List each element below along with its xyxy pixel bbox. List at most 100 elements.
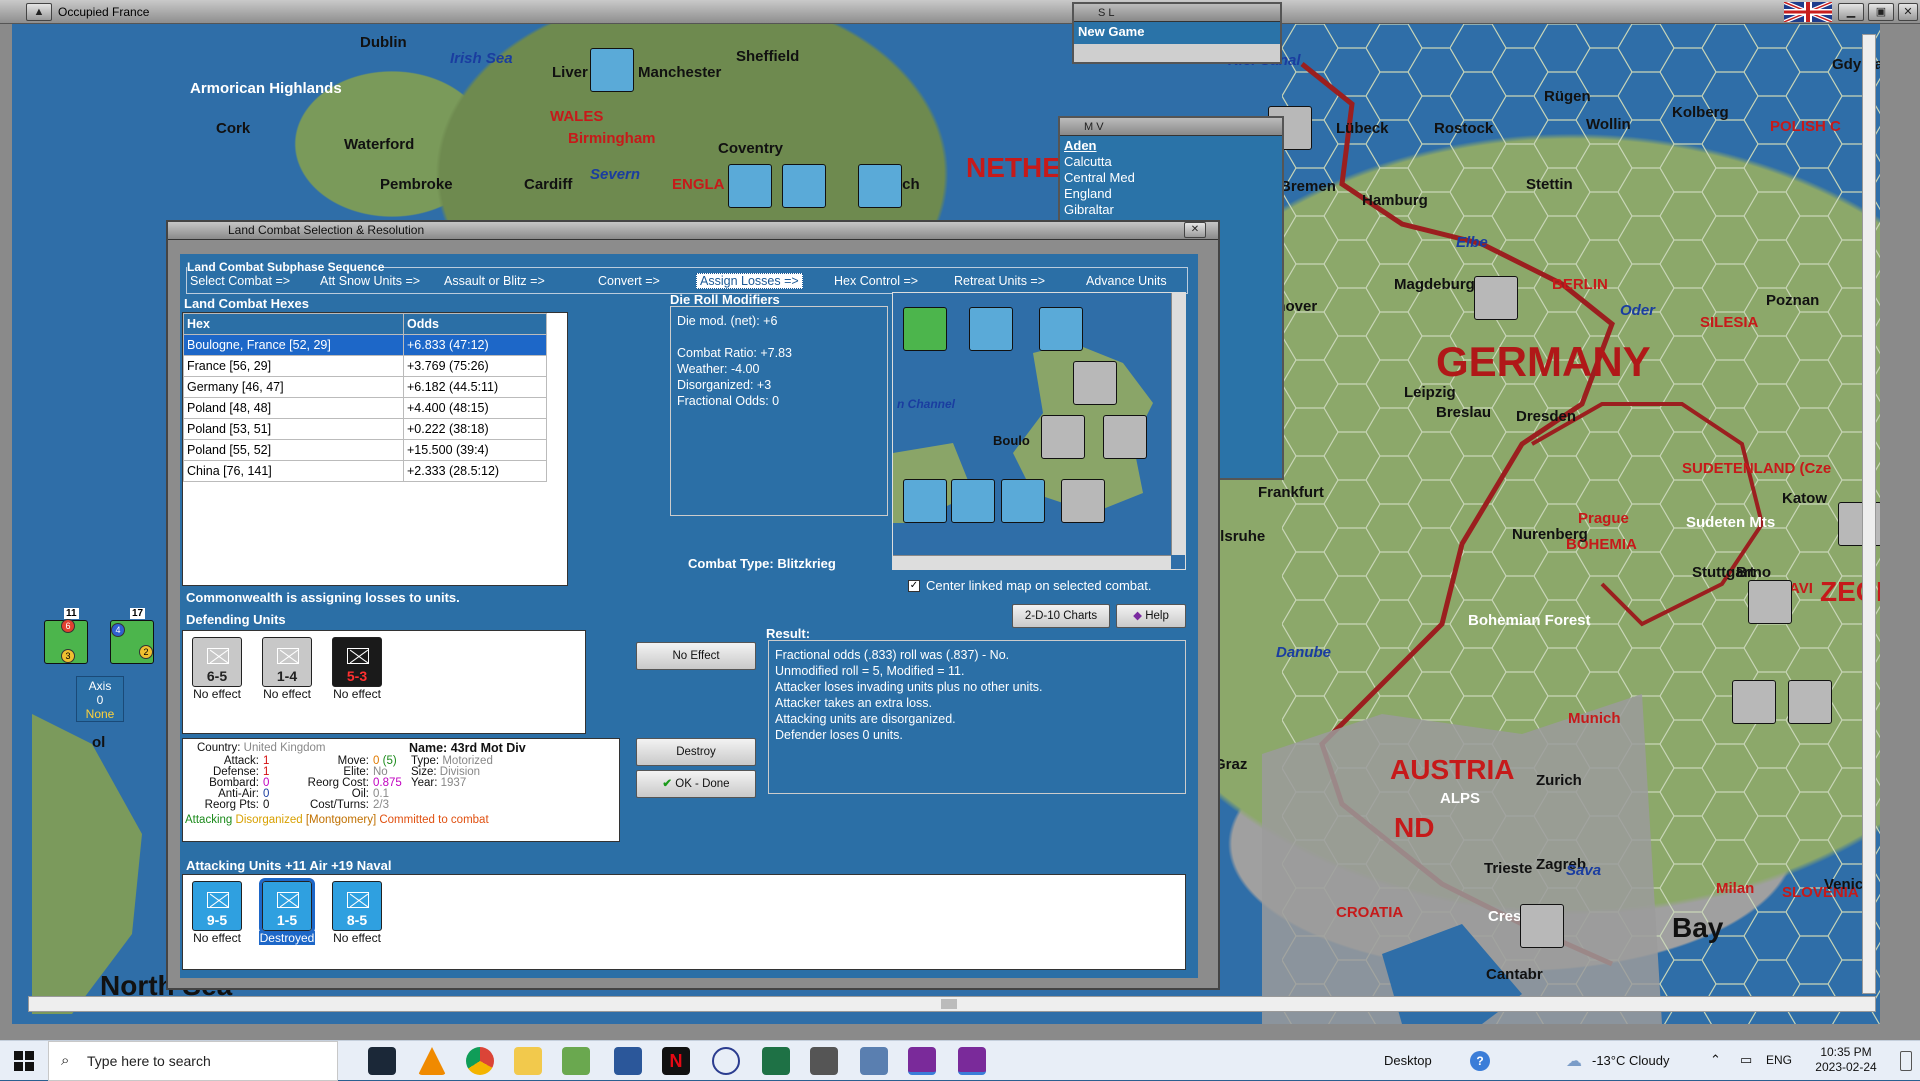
- calculator-icon[interactable]: [810, 1047, 838, 1075]
- close-button[interactable]: ✕: [1898, 3, 1918, 21]
- mini-counter[interactable]: [903, 307, 947, 351]
- notifications-icon[interactable]: [1900, 1051, 1912, 1071]
- game-icon[interactable]: [958, 1047, 986, 1075]
- mini-counter[interactable]: [1073, 361, 1117, 405]
- drm-label: Die Roll Modifiers: [670, 292, 780, 307]
- vlc-icon[interactable]: [418, 1047, 446, 1075]
- mv-item[interactable]: Aden: [1064, 138, 1278, 154]
- unit-status: No effect: [193, 687, 241, 701]
- scrollbar-thumb[interactable]: [941, 999, 957, 1009]
- step-assault-or-blitz[interactable]: Assault or Blitz =>: [444, 274, 545, 288]
- step-att-snow-units[interactable]: Att Snow Units =>: [320, 274, 420, 288]
- taskbar-search[interactable]: ⌕ Type here to search: [48, 1041, 338, 1081]
- no-effect-button[interactable]: No Effect: [636, 642, 756, 670]
- attacking-unit[interactable]: 9-5 No effect: [189, 881, 245, 945]
- minimize-button[interactable]: ▁: [1838, 3, 1864, 21]
- mv-item[interactable]: Calcutta: [1064, 154, 1278, 170]
- excel-icon[interactable]: [762, 1047, 790, 1075]
- map-vertical-scrollbar[interactable]: [1862, 34, 1876, 994]
- netflix-icon[interactable]: N: [662, 1047, 690, 1075]
- map-place-label: Lübeck: [1336, 120, 1389, 137]
- hex-row[interactable]: Germany [46, 47] +6.182 (44.5:11): [183, 376, 547, 398]
- map-place-label: CROATIA: [1336, 904, 1404, 921]
- charts-button[interactable]: 2-D-10 Charts: [1012, 604, 1110, 628]
- map-counter[interactable]: [1520, 904, 1564, 948]
- defending-unit[interactable]: 1-4 No effect: [259, 637, 315, 701]
- destroy-button[interactable]: Destroy: [636, 738, 756, 766]
- app-icon[interactable]: [712, 1047, 740, 1075]
- mv-item[interactable]: England: [1064, 186, 1278, 202]
- step-advance-units[interactable]: Advance Units: [1086, 274, 1167, 288]
- system-menu-button[interactable]: ▲: [26, 3, 52, 21]
- map-horizontal-scrollbar[interactable]: [28, 996, 1876, 1012]
- defending-unit[interactable]: 5-3 No effect: [329, 637, 385, 701]
- word-icon[interactable]: [614, 1047, 642, 1075]
- mini-counter[interactable]: [1001, 479, 1045, 523]
- map-counter[interactable]: [1474, 276, 1518, 320]
- defending-unit[interactable]: 6-5 No effect: [189, 637, 245, 701]
- step-convert[interactable]: Convert =>: [598, 274, 660, 288]
- map-counter[interactable]: [1732, 680, 1776, 724]
- map-counter[interactable]: [1748, 580, 1792, 624]
- map-unit-counter[interactable]: 6 3: [44, 619, 88, 664]
- col-odds[interactable]: Odds: [403, 313, 547, 335]
- notepad-icon[interactable]: [562, 1047, 590, 1075]
- dialog-body: Land Combat Subphase Sequence Select Com…: [180, 254, 1198, 978]
- map-counter[interactable]: [1788, 680, 1832, 724]
- attacking-unit[interactable]: 1-5 Destroyed: [259, 878, 315, 945]
- file-explorer-icon[interactable]: [514, 1047, 542, 1075]
- map-place-label: GERMANY: [1436, 338, 1651, 385]
- windows-start-icon[interactable]: [14, 1051, 34, 1071]
- center-link-checkbox[interactable]: ✓: [908, 580, 920, 592]
- col-hex[interactable]: Hex: [183, 313, 404, 335]
- attacking-unit[interactable]: 8-5 No effect: [329, 881, 385, 945]
- unit-counter: 9-5: [192, 881, 242, 931]
- chrome-icon[interactable]: [466, 1047, 494, 1075]
- step-assign-losses[interactable]: Assign Losses =>: [696, 273, 803, 289]
- mini-map-vscroll[interactable]: [1171, 293, 1185, 555]
- hex-row[interactable]: Poland [48, 48] +4.400 (48:15): [183, 397, 547, 419]
- map-place-label: Liver: [552, 64, 588, 81]
- map-counter[interactable]: [590, 48, 634, 92]
- map-unit-counter[interactable]: 4 2: [110, 620, 154, 664]
- steam-icon[interactable]: [368, 1047, 396, 1075]
- chevron-up-icon[interactable]: ⌃: [1710, 1052, 1721, 1068]
- language-indicator[interactable]: ENG: [1766, 1053, 1792, 1067]
- help-tips-icon[interactable]: ?: [1470, 1051, 1490, 1071]
- hex-row[interactable]: Boulogne, France [52, 29] +6.833 (47:12): [183, 334, 547, 356]
- network-icon[interactable]: ▭: [1740, 1052, 1752, 1068]
- sl-new-game[interactable]: New Game: [1074, 22, 1280, 44]
- map-place-label: ND: [1394, 812, 1435, 843]
- mini-counter[interactable]: [1061, 479, 1105, 523]
- map-counter[interactable]: [782, 164, 826, 208]
- clock[interactable]: 10:35 PM 2023-02-24: [1804, 1045, 1888, 1075]
- hex-row[interactable]: Poland [53, 51] +0.222 (38:18): [183, 418, 547, 440]
- ok-done-button[interactable]: ✔ OK - Done: [636, 770, 756, 798]
- mini-counter[interactable]: [1039, 307, 1083, 351]
- mini-counter[interactable]: [903, 479, 947, 523]
- mini-counter[interactable]: [1103, 415, 1147, 459]
- map-counter[interactable]: [858, 164, 902, 208]
- desktop-toolbar[interactable]: Desktop: [1384, 1053, 1432, 1068]
- map-counter[interactable]: [728, 164, 772, 208]
- hexes-table[interactable]: Hex Odds Boulogne, France [52, 29] +6.833 …: [182, 312, 568, 586]
- maximize-button[interactable]: ▣: [1868, 3, 1894, 21]
- step-hex-control[interactable]: Hex Control =>: [834, 274, 918, 288]
- step-select-combat[interactable]: Select Combat =>: [190, 274, 290, 288]
- mini-map-hscroll[interactable]: [893, 555, 1171, 569]
- hex-row[interactable]: France [56, 29] +3.769 (75:26): [183, 355, 547, 377]
- game-icon[interactable]: [908, 1047, 936, 1075]
- mini-map[interactable]: n Channel Boulo: [892, 292, 1186, 570]
- window-icon[interactable]: [860, 1047, 888, 1075]
- mv-item[interactable]: Gibraltar: [1064, 202, 1278, 218]
- help-button[interactable]: ◆ Help: [1116, 604, 1186, 628]
- mini-counter[interactable]: [969, 307, 1013, 351]
- hex-row[interactable]: Poland [55, 52] +15.500 (39:4): [183, 439, 547, 461]
- dialog-close-button[interactable]: ✕: [1184, 222, 1206, 238]
- step-retreat-units[interactable]: Retreat Units =>: [954, 274, 1045, 288]
- mv-item[interactable]: Central Med: [1064, 170, 1278, 186]
- hex-row[interactable]: China [76, 141] +2.333 (28.5:12): [183, 460, 547, 482]
- weather-text[interactable]: -13°C Cloudy: [1592, 1053, 1669, 1068]
- mini-counter[interactable]: [1041, 415, 1085, 459]
- mini-counter[interactable]: [951, 479, 995, 523]
